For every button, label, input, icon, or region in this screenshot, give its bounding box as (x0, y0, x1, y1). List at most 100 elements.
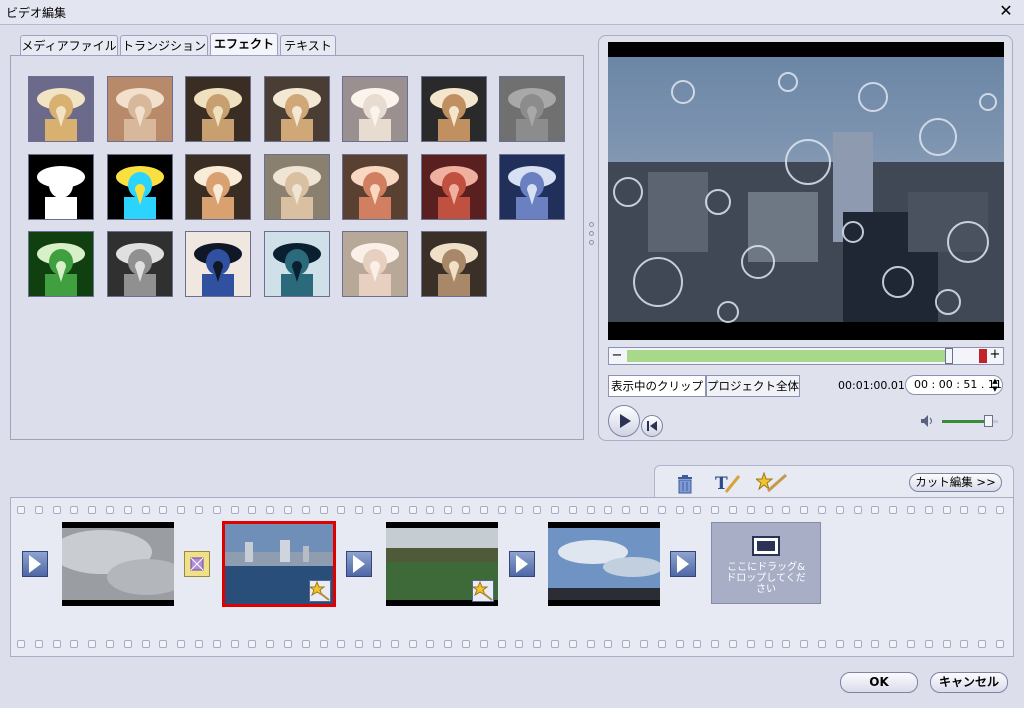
effect-thumbnail-gray[interactable] (106, 231, 173, 297)
tab-effects[interactable]: エフェクト (210, 33, 278, 56)
cancel-button[interactable]: キャンセル (930, 672, 1008, 693)
chevron-right-icon (29, 555, 41, 573)
film-hole (515, 640, 524, 648)
film-hole (818, 640, 826, 648)
volume-thumb[interactable] (984, 415, 993, 427)
effect-thumbnail-negative[interactable] (185, 231, 251, 297)
effect-thumbnail-blur[interactable] (263, 153, 330, 220)
effect-thumbnail-emboss[interactable] (499, 76, 565, 142)
effect-thumbnail-sharp[interactable] (185, 153, 251, 220)
effect-thumbnail-noise[interactable] (28, 76, 94, 142)
film-hole (355, 506, 364, 514)
film-hole (159, 640, 168, 648)
film-hole (106, 506, 114, 514)
effect-thumbnail-neon[interactable] (106, 153, 173, 220)
film-hole (177, 506, 186, 514)
timeline-clip-1[interactable] (62, 522, 174, 606)
play-button[interactable] (608, 405, 640, 437)
film-hole (835, 640, 844, 648)
effect-thumbnail-mosaic[interactable] (106, 76, 173, 142)
timeline-clip-3[interactable] (386, 522, 498, 606)
zoom-in-icon[interactable]: + (988, 348, 1002, 362)
film-hole (426, 640, 435, 648)
film-hole (835, 506, 844, 514)
transition-slot-1[interactable] (22, 551, 48, 577)
film-hole (230, 506, 239, 514)
transition-slot-4[interactable] (509, 551, 535, 577)
film-hole (551, 506, 559, 514)
film-hole (711, 640, 720, 648)
film-hole (479, 506, 488, 514)
film-hole (889, 640, 898, 648)
timecode-spinner-icon[interactable]: ▲ ▼ (989, 377, 1001, 393)
effect-thumbnail-posterize[interactable] (420, 76, 487, 142)
rewind-button[interactable] (641, 415, 663, 437)
transition-slot-2[interactable] (184, 551, 210, 577)
tab-text[interactable]: テキスト (280, 35, 336, 55)
film-hole (533, 640, 542, 648)
transition-slot-3[interactable] (346, 551, 372, 577)
effect-thumbnail-green[interactable] (28, 231, 94, 297)
cut-edit-button[interactable]: カット編集 >> (909, 473, 1002, 492)
film-icon (752, 536, 780, 556)
timeline-clip-2-selected[interactable] (222, 521, 336, 607)
film-hole (301, 640, 310, 648)
film-hole (479, 640, 488, 648)
film-hole (782, 506, 791, 514)
effect-wand-icon[interactable] (756, 472, 788, 494)
film-hole (319, 506, 328, 514)
speaker-icon (921, 415, 932, 427)
chevron-right-icon (677, 555, 689, 573)
tab-media-files[interactable]: メディアファイル (20, 35, 118, 55)
film-hole (693, 506, 702, 514)
film-hole (907, 640, 915, 648)
film-hole (34, 506, 43, 514)
film-hole (123, 506, 132, 514)
film-hole (800, 640, 809, 648)
film-hole (889, 506, 898, 514)
effect-thumbnail-negative2[interactable] (263, 231, 330, 297)
film-hole (960, 506, 969, 514)
transition-slot-5[interactable] (670, 551, 696, 577)
effect-thumbnail-fade[interactable] (342, 76, 408, 142)
ok-button[interactable]: OK (840, 672, 918, 693)
zoom-out-icon[interactable]: − (610, 349, 624, 363)
close-icon[interactable]: ✕ (998, 2, 1014, 20)
film-hole (604, 640, 613, 648)
text-edit-icon[interactable]: T (714, 472, 742, 494)
splitter-handle[interactable] (589, 222, 595, 254)
effect-thumbnail-sketch[interactable] (28, 153, 94, 220)
film-hole (70, 640, 79, 648)
effect-thumbnail-kaleido[interactable] (420, 231, 487, 297)
tab-transitions[interactable]: トランジション (120, 35, 208, 55)
effect-thumbnail-grain[interactable] (263, 76, 330, 142)
drop-hint-text: ここにドラッグ&ドロップしてください (726, 562, 806, 595)
film-hole (34, 640, 43, 648)
film-hole (355, 640, 364, 648)
film-hole (996, 506, 1004, 514)
film-hole (782, 640, 791, 648)
timeline-clip-4[interactable] (548, 522, 660, 606)
skip-back-icon (647, 421, 657, 431)
film-hole (195, 506, 203, 514)
effect-thumbnail-blue[interactable] (499, 153, 565, 220)
tab-whole-project[interactable]: プロジェクト全体 (706, 375, 800, 397)
film-hole (141, 506, 150, 514)
trash-icon[interactable] (676, 474, 694, 494)
drop-zone[interactable]: ここにドラッグ&ドロップしてください (711, 522, 821, 604)
tab-current-clip[interactable]: 表示中のクリップ (608, 375, 706, 397)
effect-thumbnail-warm[interactable] (342, 153, 408, 220)
film-hole (960, 640, 969, 648)
effect-thumbnail-soft[interactable] (342, 231, 408, 297)
film-hole (978, 506, 987, 514)
effect-thumbnail-red[interactable] (420, 153, 487, 220)
film-hole (390, 506, 399, 514)
film-hole (159, 506, 168, 514)
chevron-right-icon (353, 555, 365, 573)
seek-bar[interactable]: − + (608, 347, 1004, 365)
effect-badge (472, 580, 494, 602)
end-marker-icon[interactable] (979, 349, 987, 363)
film-hole (586, 640, 595, 648)
seek-thumb[interactable] (945, 348, 953, 364)
effect-thumbnail-sepia-noise[interactable] (185, 76, 251, 142)
